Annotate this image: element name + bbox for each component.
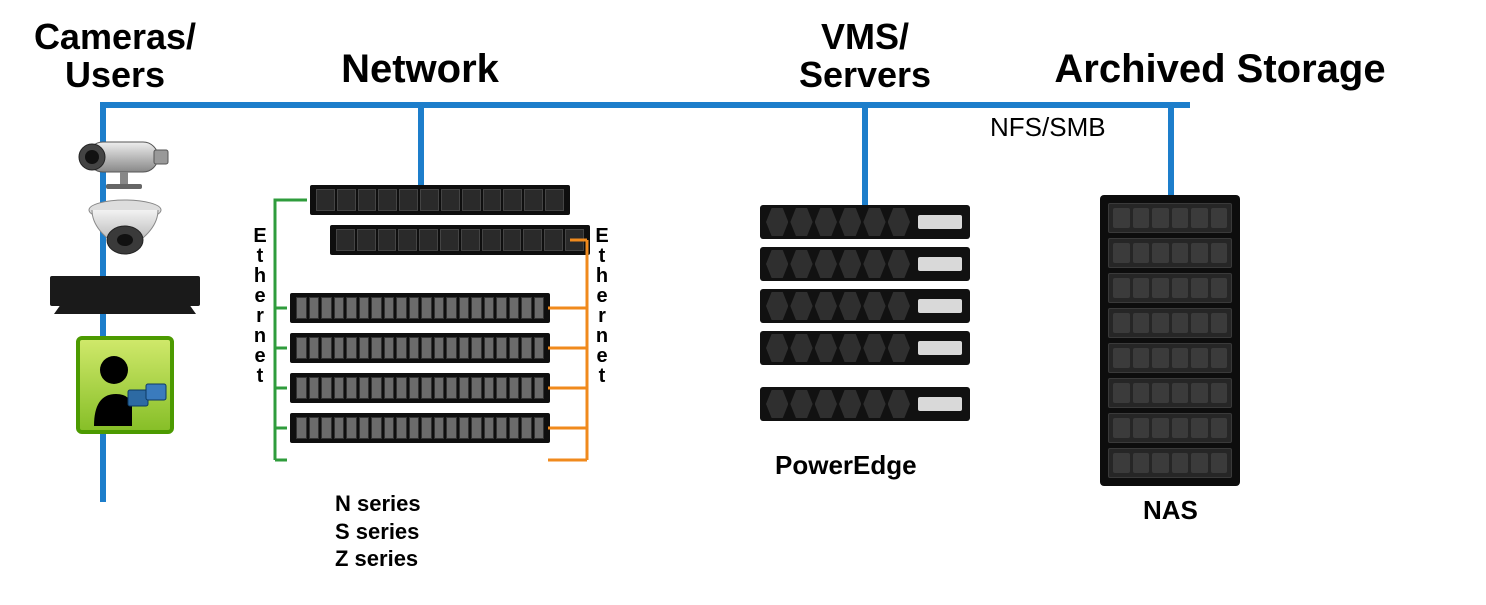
- series-item: Z series: [335, 545, 421, 573]
- leaf-switch-icon: [290, 413, 550, 443]
- heading-archived-storage: Archived Storage: [960, 48, 1480, 90]
- drop-network: [418, 102, 424, 187]
- core-switch-icon: [330, 225, 590, 255]
- drop-vms: [862, 102, 868, 207]
- server-product-label: PowerEdge: [775, 450, 917, 481]
- series-item: N series: [335, 490, 421, 518]
- core-switch-icon: [310, 185, 570, 215]
- column-vms-servers: [760, 205, 970, 429]
- drop-storage: [1168, 102, 1174, 197]
- nas-rack-icon: [1100, 195, 1240, 486]
- protocol-label: NFS/SMB: [990, 112, 1106, 143]
- rack-server-icon: [760, 205, 970, 239]
- leaf-switch-icon: [290, 373, 550, 403]
- heading-network: Network: [300, 48, 540, 90]
- rack-server-icon: [760, 387, 970, 421]
- column-network: [280, 185, 620, 453]
- diagram-stage: { "columns": { "cameras": { "title": "Ca…: [0, 0, 1486, 605]
- rack-server-icon: [760, 289, 970, 323]
- column-cameras-users: [40, 130, 210, 442]
- nvr-box-icon: [40, 276, 210, 306]
- series-item: S series: [335, 518, 421, 546]
- leaf-switch-icon: [290, 333, 550, 363]
- column-storage: [1100, 195, 1240, 486]
- operator-user-icon: [40, 336, 210, 434]
- dome-camera-icon: [40, 198, 210, 268]
- heading-cameras-users: Cameras/ Users: [0, 18, 230, 94]
- heading-vms-servers: VMS/ Servers: [740, 18, 990, 94]
- ethernet-label-left: Ethernet: [248, 225, 271, 475]
- bus-line: [100, 102, 1190, 108]
- storage-product-label: NAS: [1143, 495, 1198, 526]
- box-camera-icon: [40, 130, 210, 190]
- rack-server-icon: [760, 331, 970, 365]
- rack-server-icon: [760, 247, 970, 281]
- leaf-switch-icon: [290, 293, 550, 323]
- switch-series-list: N series S series Z series: [335, 490, 421, 573]
